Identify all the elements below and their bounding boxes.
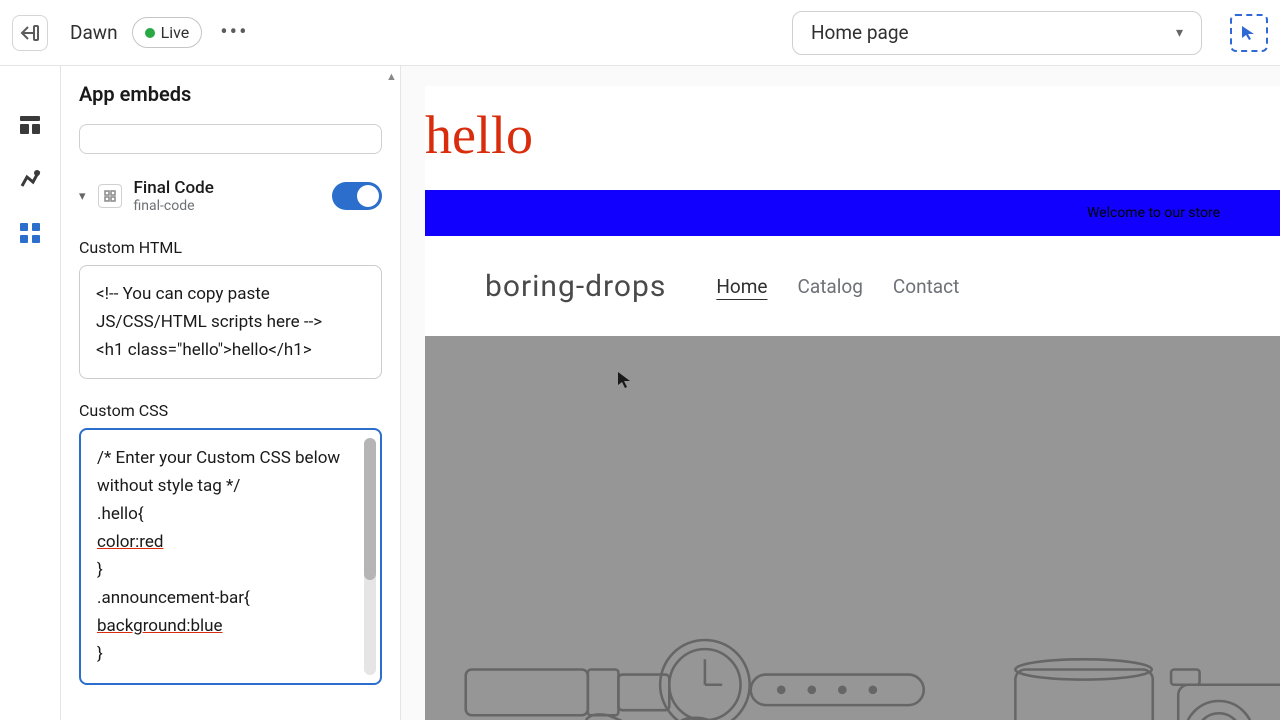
textarea-scrollbar[interactable] [364,438,376,674]
embed-app-icon [98,184,122,208]
hero-products-illustration [425,471,1280,720]
collapse-chevron-icon[interactable]: ▾ [79,189,86,204]
store-header: boring-drops Home Catalog Contact [425,236,1280,336]
nav-contact[interactable]: Contact [893,275,959,298]
more-menu-button[interactable]: ••• [220,20,248,45]
store-name[interactable]: boring-drops [485,269,666,304]
live-label: Live [161,23,190,42]
scrollbar-thumb[interactable] [364,438,376,580]
embed-subtitle: final-code [134,198,320,214]
announcement-bar: Welcome to our store [425,190,1280,236]
live-badge: Live [132,17,203,48]
live-dot-icon [145,28,155,38]
chevron-down-icon: ▾ [1176,25,1183,41]
preview-frame[interactable]: hello Welcome to our store boring-drops … [425,86,1280,720]
cursor-icon [617,371,631,394]
embed-toggle[interactable] [332,182,382,210]
app-embeds-rail-icon[interactable] [17,220,43,246]
announcement-text: Welcome to our store [1087,205,1220,221]
page-selector-label: Home page [811,21,909,44]
nav-home[interactable]: Home [716,275,767,298]
custom-css-textarea[interactable]: /* Enter your Custom CSS below without s… [79,428,382,684]
sections-rail-icon[interactable] [17,112,43,138]
nav-catalog[interactable]: Catalog [798,275,863,298]
sidebar-title: App embeds [79,82,382,106]
settings-rail-icon[interactable] [17,166,43,192]
custom-html-label: Custom HTML [79,238,382,257]
hero-section [425,336,1280,720]
inspector-button[interactable] [1230,14,1268,52]
icon-rail [0,66,61,720]
embed-title: Final Code [134,178,320,198]
truncated-field[interactable] [79,124,382,154]
embed-item: ▾ Final Code final-code [79,178,382,214]
store-nav: Home Catalog Contact [716,275,959,298]
scroll-up-icon[interactable]: ▲ [386,70,398,83]
sidebar: ▲ App embeds ▾ Final Code final-code Cus… [61,66,401,720]
back-button[interactable] [12,15,48,51]
page-selector[interactable]: Home page ▾ [792,11,1202,55]
toggle-knob [357,185,379,207]
preview-pane: hello Welcome to our store boring-drops … [401,66,1280,720]
hello-heading: hello [425,86,1280,190]
custom-css-label: Custom CSS [79,401,382,420]
theme-name: Dawn [70,21,118,44]
custom-html-textarea[interactable]: <!-- You can copy paste JS/CSS/HTML scri… [79,265,382,379]
